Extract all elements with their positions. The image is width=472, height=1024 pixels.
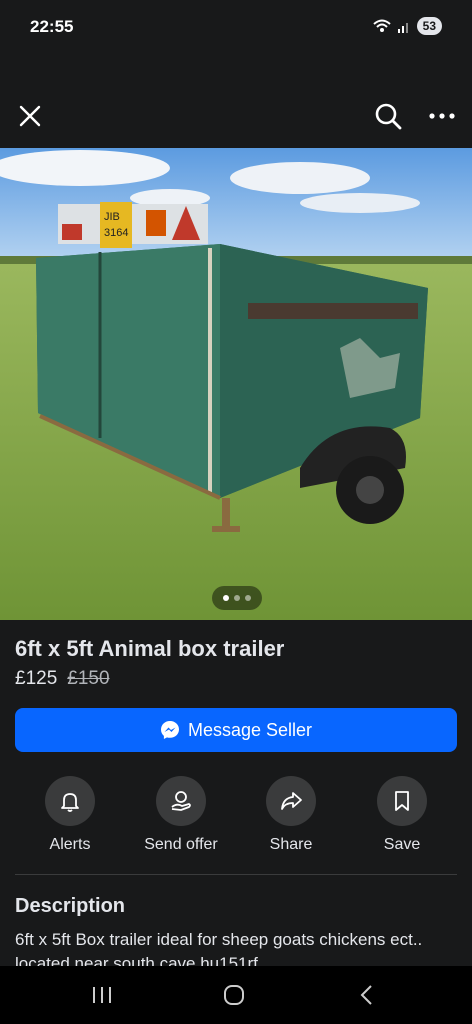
- search-icon: [375, 103, 402, 130]
- pager-dot-active: [223, 595, 229, 601]
- pager-dot: [245, 595, 251, 601]
- share-button[interactable]: Share: [241, 776, 341, 854]
- alerts-circle: [45, 776, 95, 826]
- divider: [15, 874, 457, 875]
- photo-pager[interactable]: [212, 586, 262, 610]
- alerts-button[interactable]: Alerts: [20, 776, 120, 854]
- recents-icon: [93, 987, 111, 1003]
- message-seller-button[interactable]: Message Seller: [15, 708, 457, 752]
- action-row: Alerts Send offer Share Save: [0, 776, 472, 856]
- save-button[interactable]: Save: [352, 776, 452, 854]
- recents-button[interactable]: [82, 980, 122, 1010]
- more-button[interactable]: [424, 98, 460, 134]
- listing-price: £125: [15, 668, 58, 689]
- description-body: 6ft x 5ft Box trailer ideal for sheep go…: [15, 930, 423, 966]
- send-offer-circle: [156, 776, 206, 826]
- back-button[interactable]: [346, 980, 386, 1010]
- home-button[interactable]: [214, 980, 254, 1010]
- search-button[interactable]: [370, 98, 406, 134]
- save-circle: [377, 776, 427, 826]
- save-label: Save: [383, 836, 421, 853]
- bell-icon: [61, 793, 79, 812]
- share-circle: [266, 776, 316, 826]
- price-row: £125 £150: [15, 668, 110, 690]
- wifi-icon: [372, 19, 391, 32]
- listing-old-price: £150: [67, 668, 110, 689]
- back-icon: [360, 985, 372, 1005]
- send-offer-label: Send offer: [144, 836, 218, 853]
- status-time: 22:55: [30, 17, 74, 36]
- share-icon: [281, 792, 302, 810]
- system-nav-bar: [0, 966, 472, 1024]
- trailer-photo: JIB 3164: [0, 148, 472, 620]
- description-heading: Description: [15, 895, 126, 917]
- svg-text:JIB: JIB: [104, 211, 120, 223]
- top-bar: [0, 92, 472, 140]
- message-seller-label: Message Seller: [187, 719, 313, 740]
- battery-badge: 53: [416, 17, 442, 35]
- more-icon: [429, 113, 455, 119]
- status-bar: 22:55 53: [0, 0, 472, 56]
- close-icon: [19, 105, 41, 127]
- share-label: Share: [269, 836, 313, 853]
- status-icons: 53: [372, 17, 442, 35]
- alerts-label: Alerts: [49, 836, 91, 853]
- home-icon: [224, 985, 244, 1005]
- svg-text:3164: 3164: [104, 227, 128, 239]
- offer-icon: [171, 791, 191, 811]
- send-offer-button[interactable]: Send offer: [131, 776, 231, 854]
- bookmark-icon: [395, 791, 409, 811]
- listing-photo[interactable]: JIB 3164: [0, 148, 472, 620]
- signal-icon: [397, 23, 408, 33]
- close-button[interactable]: [14, 100, 46, 132]
- messenger-icon: [160, 721, 179, 739]
- listing-title: 6ft x 5ft Animal box trailer: [15, 636, 285, 661]
- pager-dot: [234, 595, 240, 601]
